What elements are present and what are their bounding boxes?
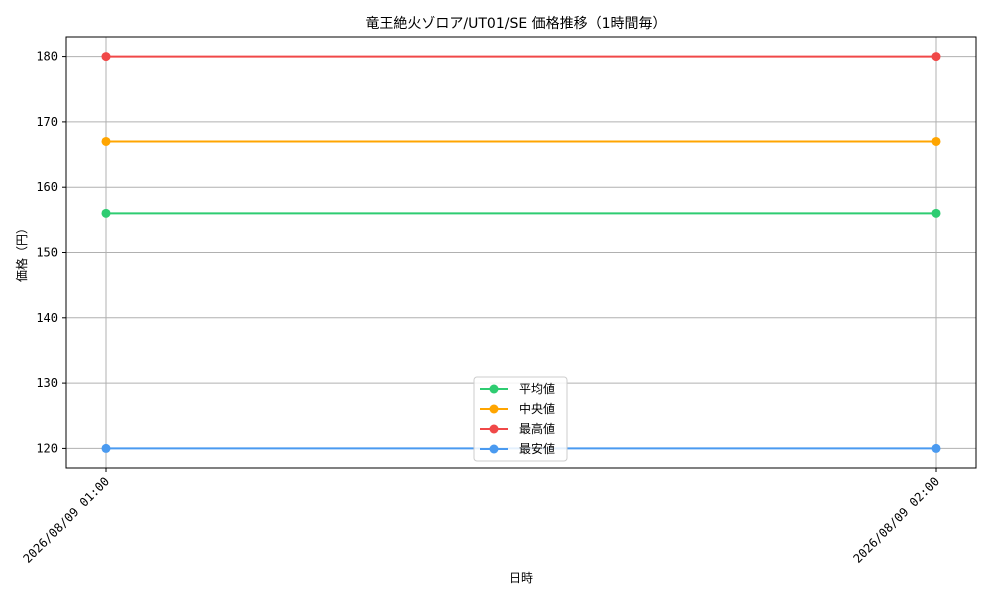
- legend-label: 最安値: [519, 441, 555, 456]
- y-tick-label: 170: [36, 115, 58, 129]
- data-point-0-1: [931, 208, 941, 218]
- legend-swatch-marker: [489, 384, 499, 394]
- data-point-3-1: [931, 443, 941, 453]
- x-axis-label: 日時: [509, 571, 533, 585]
- price-chart: 竜王絶火ゾロア/UT01/SE 価格推移（1時間毎） 120 130 140 150 1…: [0, 0, 1000, 600]
- data-point-0-0: [101, 208, 111, 218]
- y-axis-label: 価格（円）: [14, 222, 29, 282]
- y-tick-label: 130: [36, 376, 58, 390]
- y-tick-label: 120: [36, 441, 58, 455]
- legend-swatch-marker: [489, 404, 499, 414]
- data-point-2-0: [101, 52, 111, 62]
- x-tick-label: 2026/08/09 01:00: [20, 474, 112, 566]
- legend: 平均値中央値最高値最安値: [473, 376, 568, 462]
- y-tick-label: 160: [36, 180, 58, 194]
- legend-label: 最高値: [519, 421, 555, 436]
- legend-label: 中央値: [519, 401, 555, 416]
- y-tick-label: 150: [36, 246, 58, 260]
- chart-title: 竜王絶火ゾロア/UT01/SE 価格推移（1時間毎）: [365, 15, 666, 32]
- legend-label: 平均値: [519, 381, 555, 396]
- y-tick-label: 140: [36, 311, 58, 325]
- chart-canvas: 竜王絶火ゾロア/UT01/SE 価格推移（1時間毎） 1201301401501…: [14, 15, 977, 585]
- axis-ticks: 120 130 140 150 160 170 180 2026/08/09 01:00 202…: [20, 50, 942, 566]
- data-point-3-0: [101, 443, 111, 453]
- data-point-2-1: [931, 52, 941, 62]
- y-tick-label: 180: [36, 50, 58, 64]
- data-point-1-1: [931, 136, 941, 146]
- legend-swatch-marker: [489, 444, 499, 454]
- legend-swatch-marker: [489, 424, 499, 434]
- x-tick-label: 2026/08/09 02:00: [850, 474, 942, 566]
- data-point-1-0: [101, 136, 111, 146]
